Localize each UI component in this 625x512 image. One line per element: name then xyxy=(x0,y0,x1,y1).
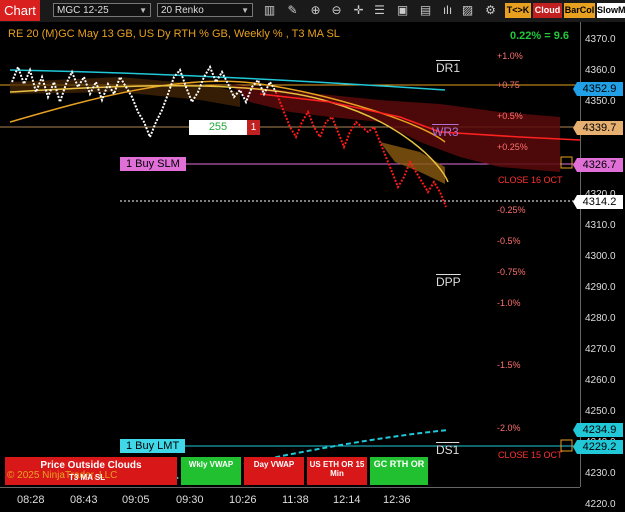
chart-toolbar: Chart MGC 12-25 ▼ 20 Renko ▼ ▥ ✎ ⊕ ⊖ ✛ ☰ ▣… xyxy=(0,0,625,23)
pct-level-label: -0.5% xyxy=(497,236,521,246)
time-tick: 11:38 xyxy=(282,494,309,506)
bartype-label: 20 Renko xyxy=(161,5,204,16)
dpp-label: DPP xyxy=(436,275,461,289)
close-15-label: CLOSE 15 OCT xyxy=(498,450,563,460)
price-tick: 4350.0 xyxy=(585,96,616,107)
us-eth-or-button[interactable]: US ETH OR 15 Min xyxy=(307,457,367,485)
buy-lmt-order[interactable]: 1 Buy LMT xyxy=(120,439,186,453)
pct-level-label: +0.5% xyxy=(497,111,523,121)
instrument-label: MGC 12-25 xyxy=(57,5,109,16)
price-tick: 4220.0 xyxy=(585,499,616,510)
qty-count[interactable]: 1 xyxy=(247,120,260,135)
close-order-marker-slm[interactable] xyxy=(560,156,573,169)
pct-level-label: -2.0% xyxy=(497,423,521,433)
barcol-button[interactable]: BarCol xyxy=(564,3,595,18)
chart-trader-icon[interactable]: ▤ xyxy=(418,3,433,18)
price-tick: 4260.0 xyxy=(585,375,616,386)
gc-rth-or-button[interactable]: GC RTH OR xyxy=(370,457,428,485)
strategy-icon[interactable]: ⚙ xyxy=(483,3,498,18)
time-tick: 08:28 xyxy=(17,494,45,506)
dr1-label: DR1 xyxy=(436,61,461,75)
price-tick: 4250.0 xyxy=(585,406,616,417)
pct-level-label: -1.0% xyxy=(497,298,521,308)
pct-level-label: +0.25% xyxy=(497,142,528,152)
instrument-selector[interactable]: MGC 12-25 ▼ xyxy=(53,3,151,17)
price-tag-4326: 4326.7 xyxy=(573,158,623,172)
bar-chart-icon[interactable]: ▥ xyxy=(262,3,277,18)
price-tick: 4300.0 xyxy=(585,251,616,262)
pct-level-label: -1.5% xyxy=(497,360,521,370)
time-tick: 09:05 xyxy=(122,494,150,506)
chart-canvas xyxy=(0,64,580,485)
buy-slm-order[interactable]: 1 Buy SLM xyxy=(120,157,186,171)
price-tick: 4370.0 xyxy=(585,34,616,45)
chevron-down-icon: ▼ xyxy=(139,6,147,15)
price-tick: 4230.0 xyxy=(585,468,616,479)
price-tick: 4360.0 xyxy=(585,65,616,76)
close-16-label: CLOSE 16 OCT xyxy=(498,175,563,185)
time-tick: 09:30 xyxy=(176,494,204,506)
chart-title: RE 20 (M)GC May 13 GB, US Dy RTH % GB, W… xyxy=(8,28,340,40)
wr3-label: WR3 xyxy=(432,125,459,139)
wkly-vwap-button[interactable]: Wkly VWAP xyxy=(181,457,241,485)
stats-icon[interactable]: ılı xyxy=(440,3,455,18)
price-tick: 4310.0 xyxy=(585,220,616,231)
price-tag-4229: 4229.2 xyxy=(573,440,623,454)
day-vwap-button[interactable]: Day VWAP xyxy=(244,457,304,485)
pct-level-label: -0.75% xyxy=(497,267,526,277)
price-tick: 4290.0 xyxy=(585,282,616,293)
data-box-icon[interactable]: ▣ xyxy=(395,3,410,18)
tco-button[interactable]: T<>K xyxy=(505,3,531,18)
pencil-icon[interactable]: ✎ xyxy=(285,3,300,18)
price-tick: 4270.0 xyxy=(585,344,616,355)
zoom-in-icon[interactable]: ⊕ xyxy=(308,3,323,18)
price-tag-4352: 4352.9 xyxy=(573,82,623,96)
time-tick: 12:36 xyxy=(383,494,411,506)
price-tick: 4280.0 xyxy=(585,313,616,324)
bartype-selector[interactable]: 20 Renko ▼ xyxy=(157,3,253,17)
qty-box[interactable]: 255 xyxy=(189,120,247,135)
zoom-out-icon[interactable]: ⊖ xyxy=(329,3,344,18)
cloud-button[interactable]: Cloud xyxy=(533,3,562,18)
crosshair-icon[interactable]: ✛ xyxy=(351,3,366,18)
pct-change-label: 0.22% = 9.6 xyxy=(510,30,570,42)
price-tag-4314: 4314.2 xyxy=(573,195,623,209)
pct-level-label: +1.0% xyxy=(497,51,523,61)
price-tag-4234: 4234.9 xyxy=(573,423,623,437)
pct-level-label: -0.25% xyxy=(497,205,526,215)
list-icon[interactable]: ☰ xyxy=(372,3,387,18)
price-tag-4339: 4339.7 xyxy=(573,121,623,135)
chevron-down-icon: ▼ xyxy=(241,6,249,15)
time-tick: 12:14 xyxy=(333,494,361,506)
chart-tab[interactable]: Chart xyxy=(0,0,40,21)
t3ma-label: T3 MA SL xyxy=(69,473,106,482)
ds1-label: DS1 xyxy=(436,443,460,457)
pct-level-label: +0.75 xyxy=(497,80,520,90)
time-tick: 08:43 xyxy=(70,494,98,506)
indicators-icon[interactable]: ▨ xyxy=(460,3,475,18)
slowm-button[interactable]: SlowM xyxy=(597,3,625,18)
price-outside-clouds-button[interactable]: Price Outside Clouds © 2025 NinjaTrader,… xyxy=(5,457,177,485)
time-tick: 10:26 xyxy=(229,494,257,506)
